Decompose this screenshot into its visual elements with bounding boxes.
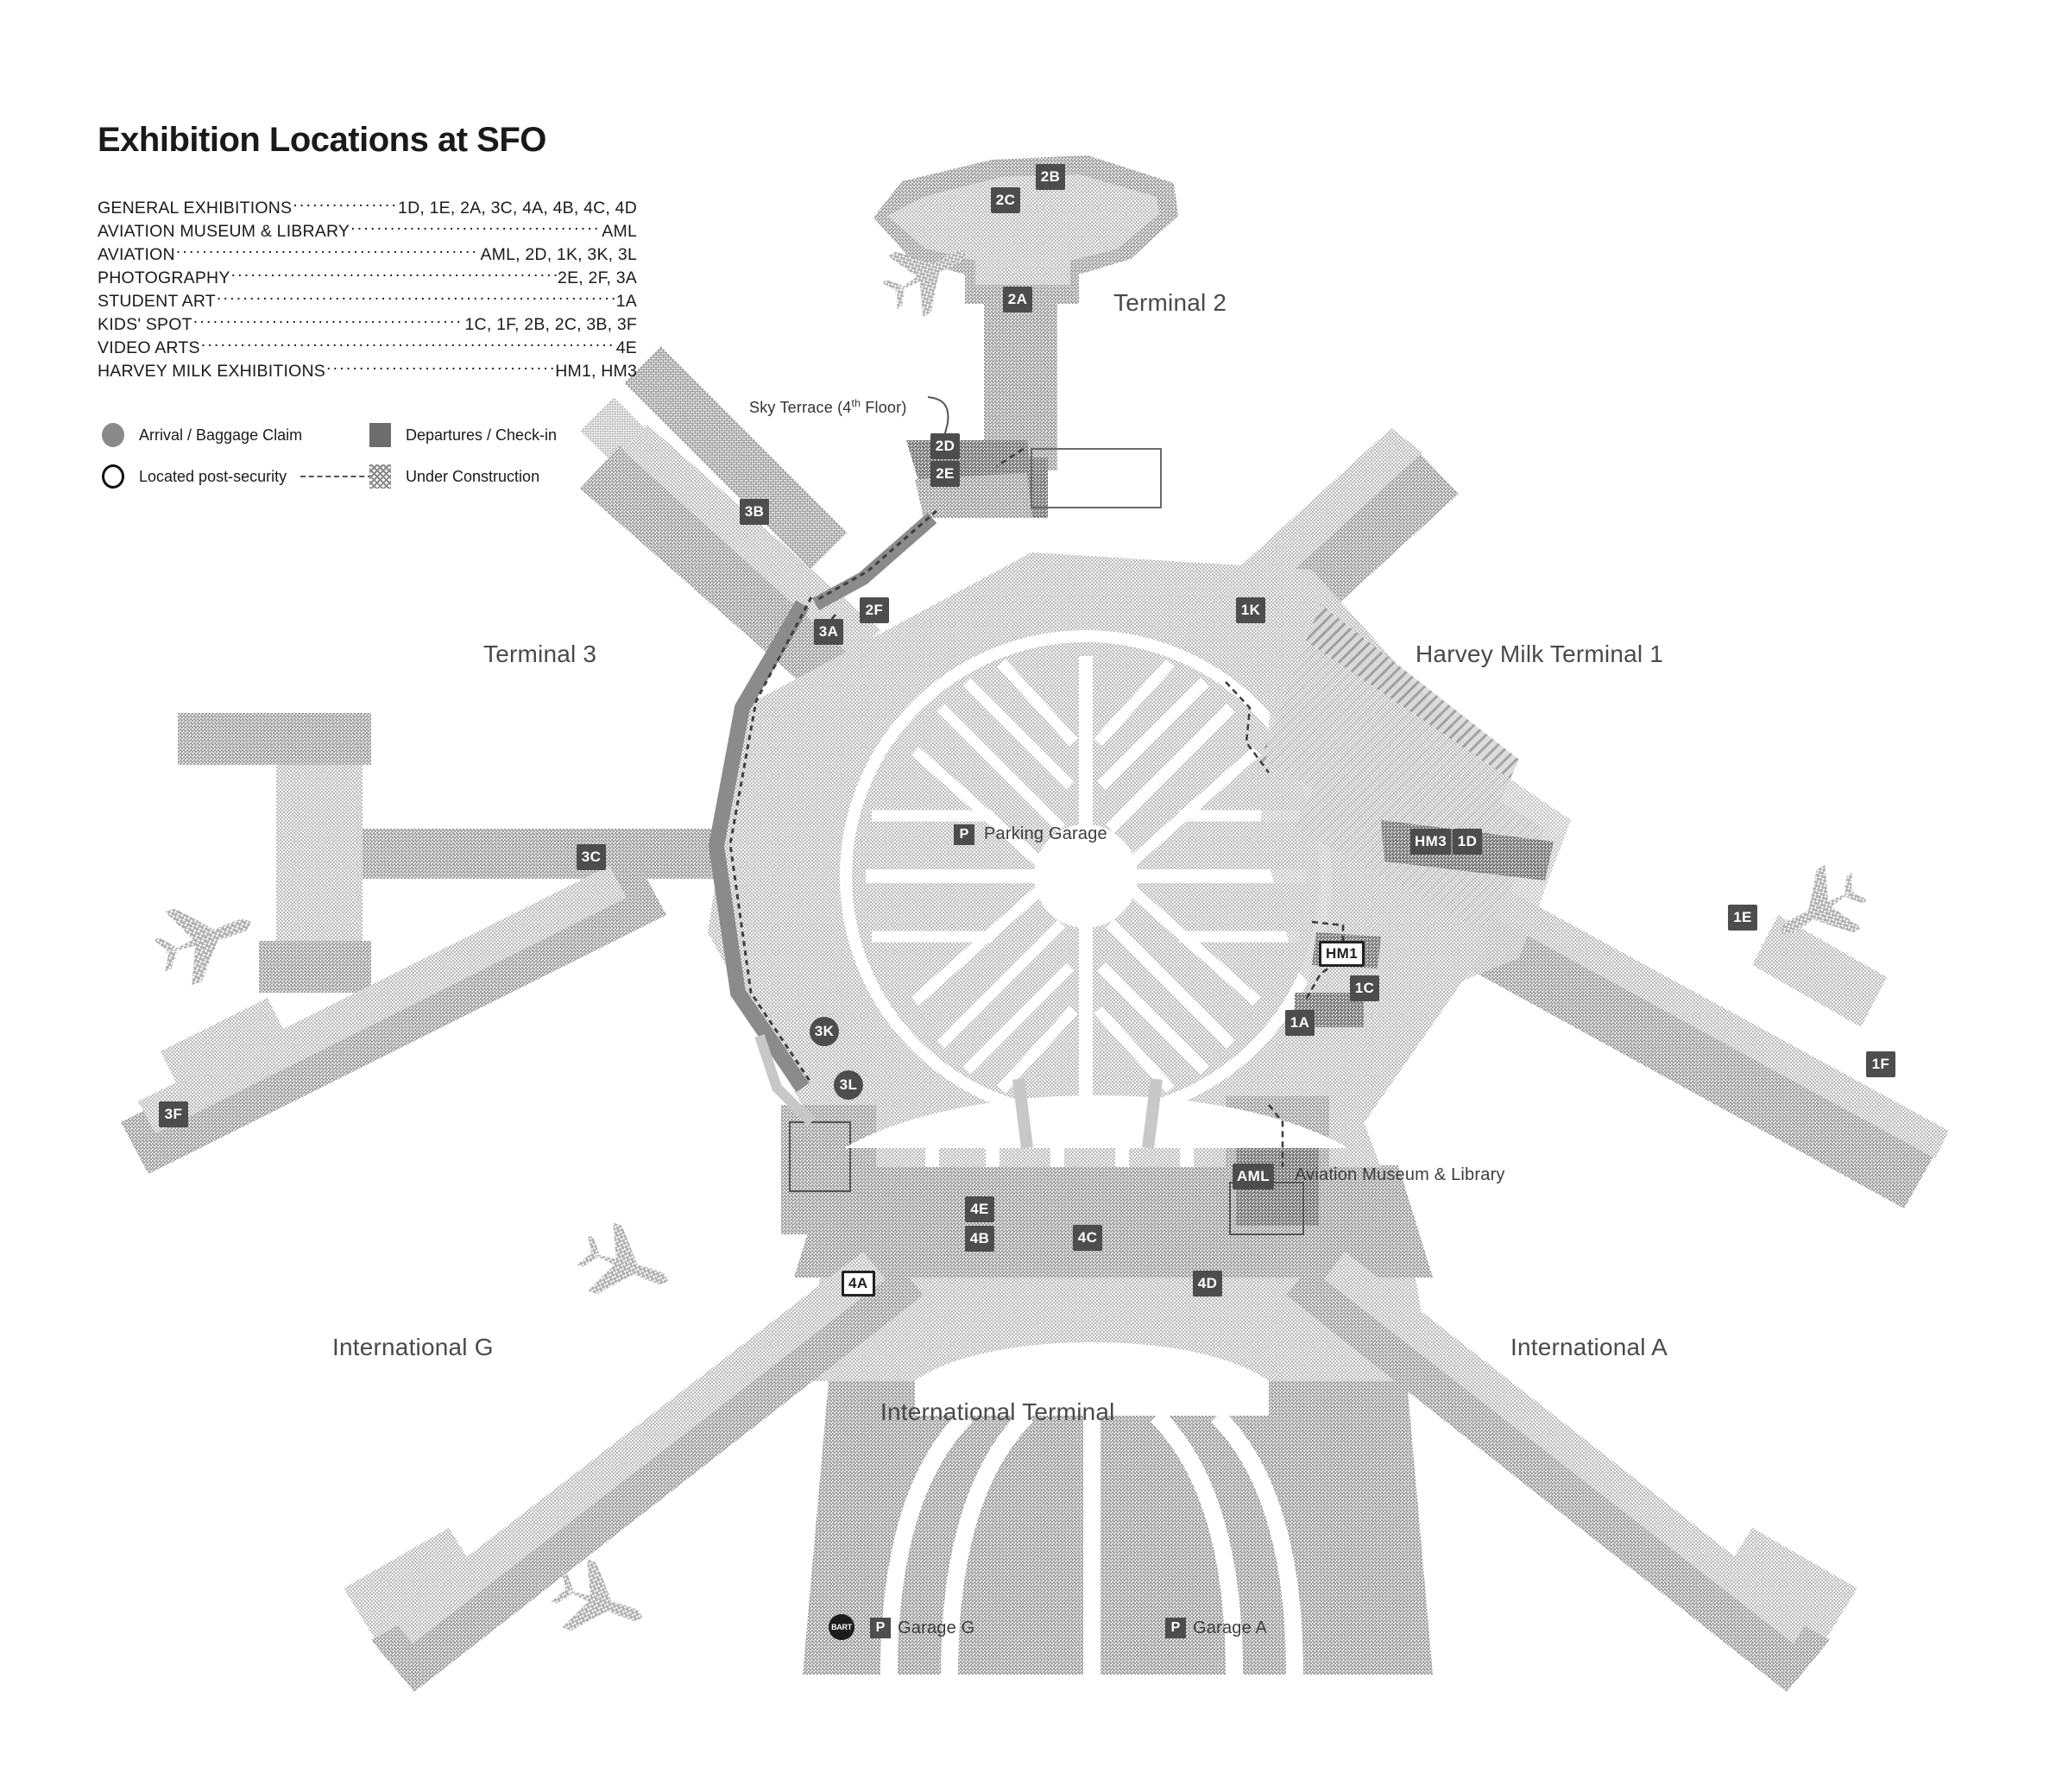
key-departures-label: Departures / Check-in — [406, 426, 558, 444]
dashed-line-icon — [300, 476, 374, 477]
exhibition-row: AVIATION MUSEUM & LIBRARY AML — [98, 219, 637, 243]
key-departures-checkin: Departures / Check-in — [369, 423, 637, 447]
exhibition-name: HARVEY MILK EXHIBITIONS — [98, 361, 325, 381]
exhibition-leader-dots — [231, 266, 557, 283]
marker-3A[interactable]: 3A — [814, 619, 843, 645]
exhibition-name: STUDENT ART — [98, 291, 216, 311]
marker-1C[interactable]: 1C — [1350, 975, 1379, 1001]
label-international-a: International A — [1510, 1334, 1668, 1360]
exhibition-row: GENERAL EXHIBITIONS 1D, 1E, 2A, 3C, 4A, 4… — [98, 196, 637, 219]
exhibition-row: AVIATION AML, 2D, 1K, 3K, 3L — [98, 243, 637, 266]
exhibition-leader-dots — [176, 243, 480, 260]
exhibition-locations: 1D, 1E, 2A, 3C, 4A, 4B, 4C, 4D — [398, 198, 637, 218]
marker-2B[interactable]: 2B — [1036, 164, 1065, 190]
exhibition-list: GENERAL EXHIBITIONS 1D, 1E, 2A, 3C, 4A, 4… — [98, 196, 637, 382]
post-security-circle-icon — [102, 464, 124, 489]
exhibition-row: HARVEY MILK EXHIBITIONS HM1, HM3 — [98, 359, 637, 382]
exhibition-name: VIDEO ARTS — [98, 338, 200, 357]
exhibition-row: STUDENT ART 1A — [98, 289, 637, 312]
marker-2D[interactable]: 2D — [930, 433, 960, 459]
exhibition-leader-dots — [326, 359, 554, 376]
exhibition-locations: 1A — [615, 291, 637, 311]
pier-3f — [121, 863, 666, 1174]
marker-2A[interactable]: 2A — [1003, 287, 1032, 312]
exhibition-map-page: Exhibition Locations at SFO GENERAL EXHI… — [0, 0, 2062, 1792]
marker-2E[interactable]: 2E — [930, 461, 960, 487]
exhibition-locations: AML, 2D, 1K, 3K, 3L — [480, 244, 637, 264]
exhibition-leader-dots — [350, 219, 601, 237]
label-terminal-3: Terminal 3 — [483, 640, 597, 667]
garage-g-p-icon: P — [870, 1618, 891, 1638]
exhibition-locations: HM1, HM3 — [555, 361, 637, 381]
exhibition-row: VIDEO ARTS 4E — [98, 336, 637, 359]
marker-3F[interactable]: 3F — [159, 1101, 188, 1127]
marker-4D[interactable]: 4D — [1193, 1271, 1222, 1297]
marker-1A[interactable]: 1A — [1285, 1010, 1315, 1036]
marker-3C[interactable]: 3C — [577, 844, 606, 870]
label-terminal-2: Terminal 2 — [1113, 289, 1227, 316]
key-under-construction: Under Construction — [369, 464, 637, 489]
marker-HM1[interactable]: HM1 — [1319, 941, 1365, 967]
exhibition-row: KIDS' SPOT 1C, 1F, 2B, 2C, 3B, 3F — [98, 312, 637, 336]
exhibition-name: GENERAL EXHIBITIONS — [98, 198, 293, 218]
key-post-security: Located post-security — [102, 464, 374, 489]
exhibition-locations: AML — [602, 221, 637, 241]
exhibition-name: AVIATION MUSEUM & LIBRARY — [98, 221, 350, 241]
exhibition-name: PHOTOGRAPHY — [98, 268, 230, 287]
label-garage-a: Garage A — [1193, 1618, 1268, 1637]
departures-square-icon — [369, 423, 391, 447]
marker-4E[interactable]: 4E — [965, 1196, 994, 1222]
marker-HM3[interactable]: HM3 — [1410, 829, 1452, 855]
marker-3L[interactable]: 3L — [834, 1070, 863, 1100]
arrival-circle-icon — [102, 423, 124, 447]
exhibition-name: AVIATION — [98, 244, 175, 264]
label-sky-terrace: Sky Terrace (4th Floor) — [749, 397, 907, 417]
label-garage-g: Garage G — [898, 1618, 975, 1637]
key-post-security-label: Located post-security — [139, 467, 287, 485]
marker-3K[interactable]: 3K — [810, 1017, 839, 1046]
marker-2C[interactable]: 2C — [991, 187, 1020, 213]
exhibition-row: PHOTOGRAPHY 2E, 2F, 3A — [98, 266, 637, 289]
exhibition-locations: 4E — [615, 338, 637, 357]
marker-4A[interactable]: 4A — [842, 1271, 875, 1297]
parking-p-icon: P — [954, 824, 974, 845]
key-arrival-label: Arrival / Baggage Claim — [139, 426, 303, 444]
key-arrival-baggage: Arrival / Baggage Claim — [102, 423, 369, 447]
exhibition-locations: 2E, 2F, 3A — [558, 268, 637, 287]
marker-1F[interactable]: 1F — [1866, 1051, 1895, 1077]
marker-4C[interactable]: 4C — [1073, 1225, 1102, 1251]
exhibition-leader-dots — [193, 312, 464, 330]
marker-4B[interactable]: 4B — [965, 1226, 994, 1252]
under-construction-hatch-icon — [369, 464, 391, 489]
marker-1K[interactable]: 1K — [1236, 597, 1265, 623]
marker-3B[interactable]: 3B — [740, 499, 769, 525]
exhibition-leader-dots — [201, 336, 615, 353]
map-base — [121, 155, 1949, 1692]
sky-terrace-text: Sky Terrace (4th Floor) — [749, 397, 907, 416]
legend-block: Exhibition Locations at SFO GENERAL EXHI… — [98, 121, 650, 382]
label-aviation-museum: Aviation Museum & Library — [1295, 1165, 1505, 1184]
exhibition-leader-dots — [293, 196, 397, 213]
marker-AML[interactable]: AML — [1233, 1164, 1275, 1189]
marker-2F[interactable]: 2F — [860, 597, 889, 623]
label-harvey-milk-terminal-1: Harvey Milk Terminal 1 — [1416, 640, 1664, 667]
label-parking-garage: Parking Garage — [984, 824, 1107, 843]
exhibition-leader-dots — [217, 289, 615, 306]
page-title: Exhibition Locations at SFO — [98, 121, 546, 159]
exhibition-locations: 1C, 1F, 2B, 2C, 3B, 3F — [464, 314, 637, 334]
marker-1E[interactable]: 1E — [1728, 905, 1757, 931]
sky-terrace-leader — [927, 396, 949, 438]
exhibition-name: KIDS' SPOT — [98, 314, 192, 334]
map-key: Arrival / Baggage Claim Departures / Che… — [102, 414, 637, 497]
marker-1D[interactable]: 1D — [1453, 829, 1482, 855]
key-row-1: Arrival / Baggage Claim Departures / Che… — [102, 414, 637, 456]
key-row-2: Located post-security Under Construction — [102, 456, 637, 497]
bart-icon: BART — [829, 1614, 854, 1640]
label-international-terminal: International Terminal — [880, 1398, 1115, 1425]
garage-a-p-icon: P — [1165, 1618, 1186, 1638]
key-under-construction-label: Under Construction — [406, 467, 540, 485]
label-international-g: International G — [332, 1334, 494, 1360]
